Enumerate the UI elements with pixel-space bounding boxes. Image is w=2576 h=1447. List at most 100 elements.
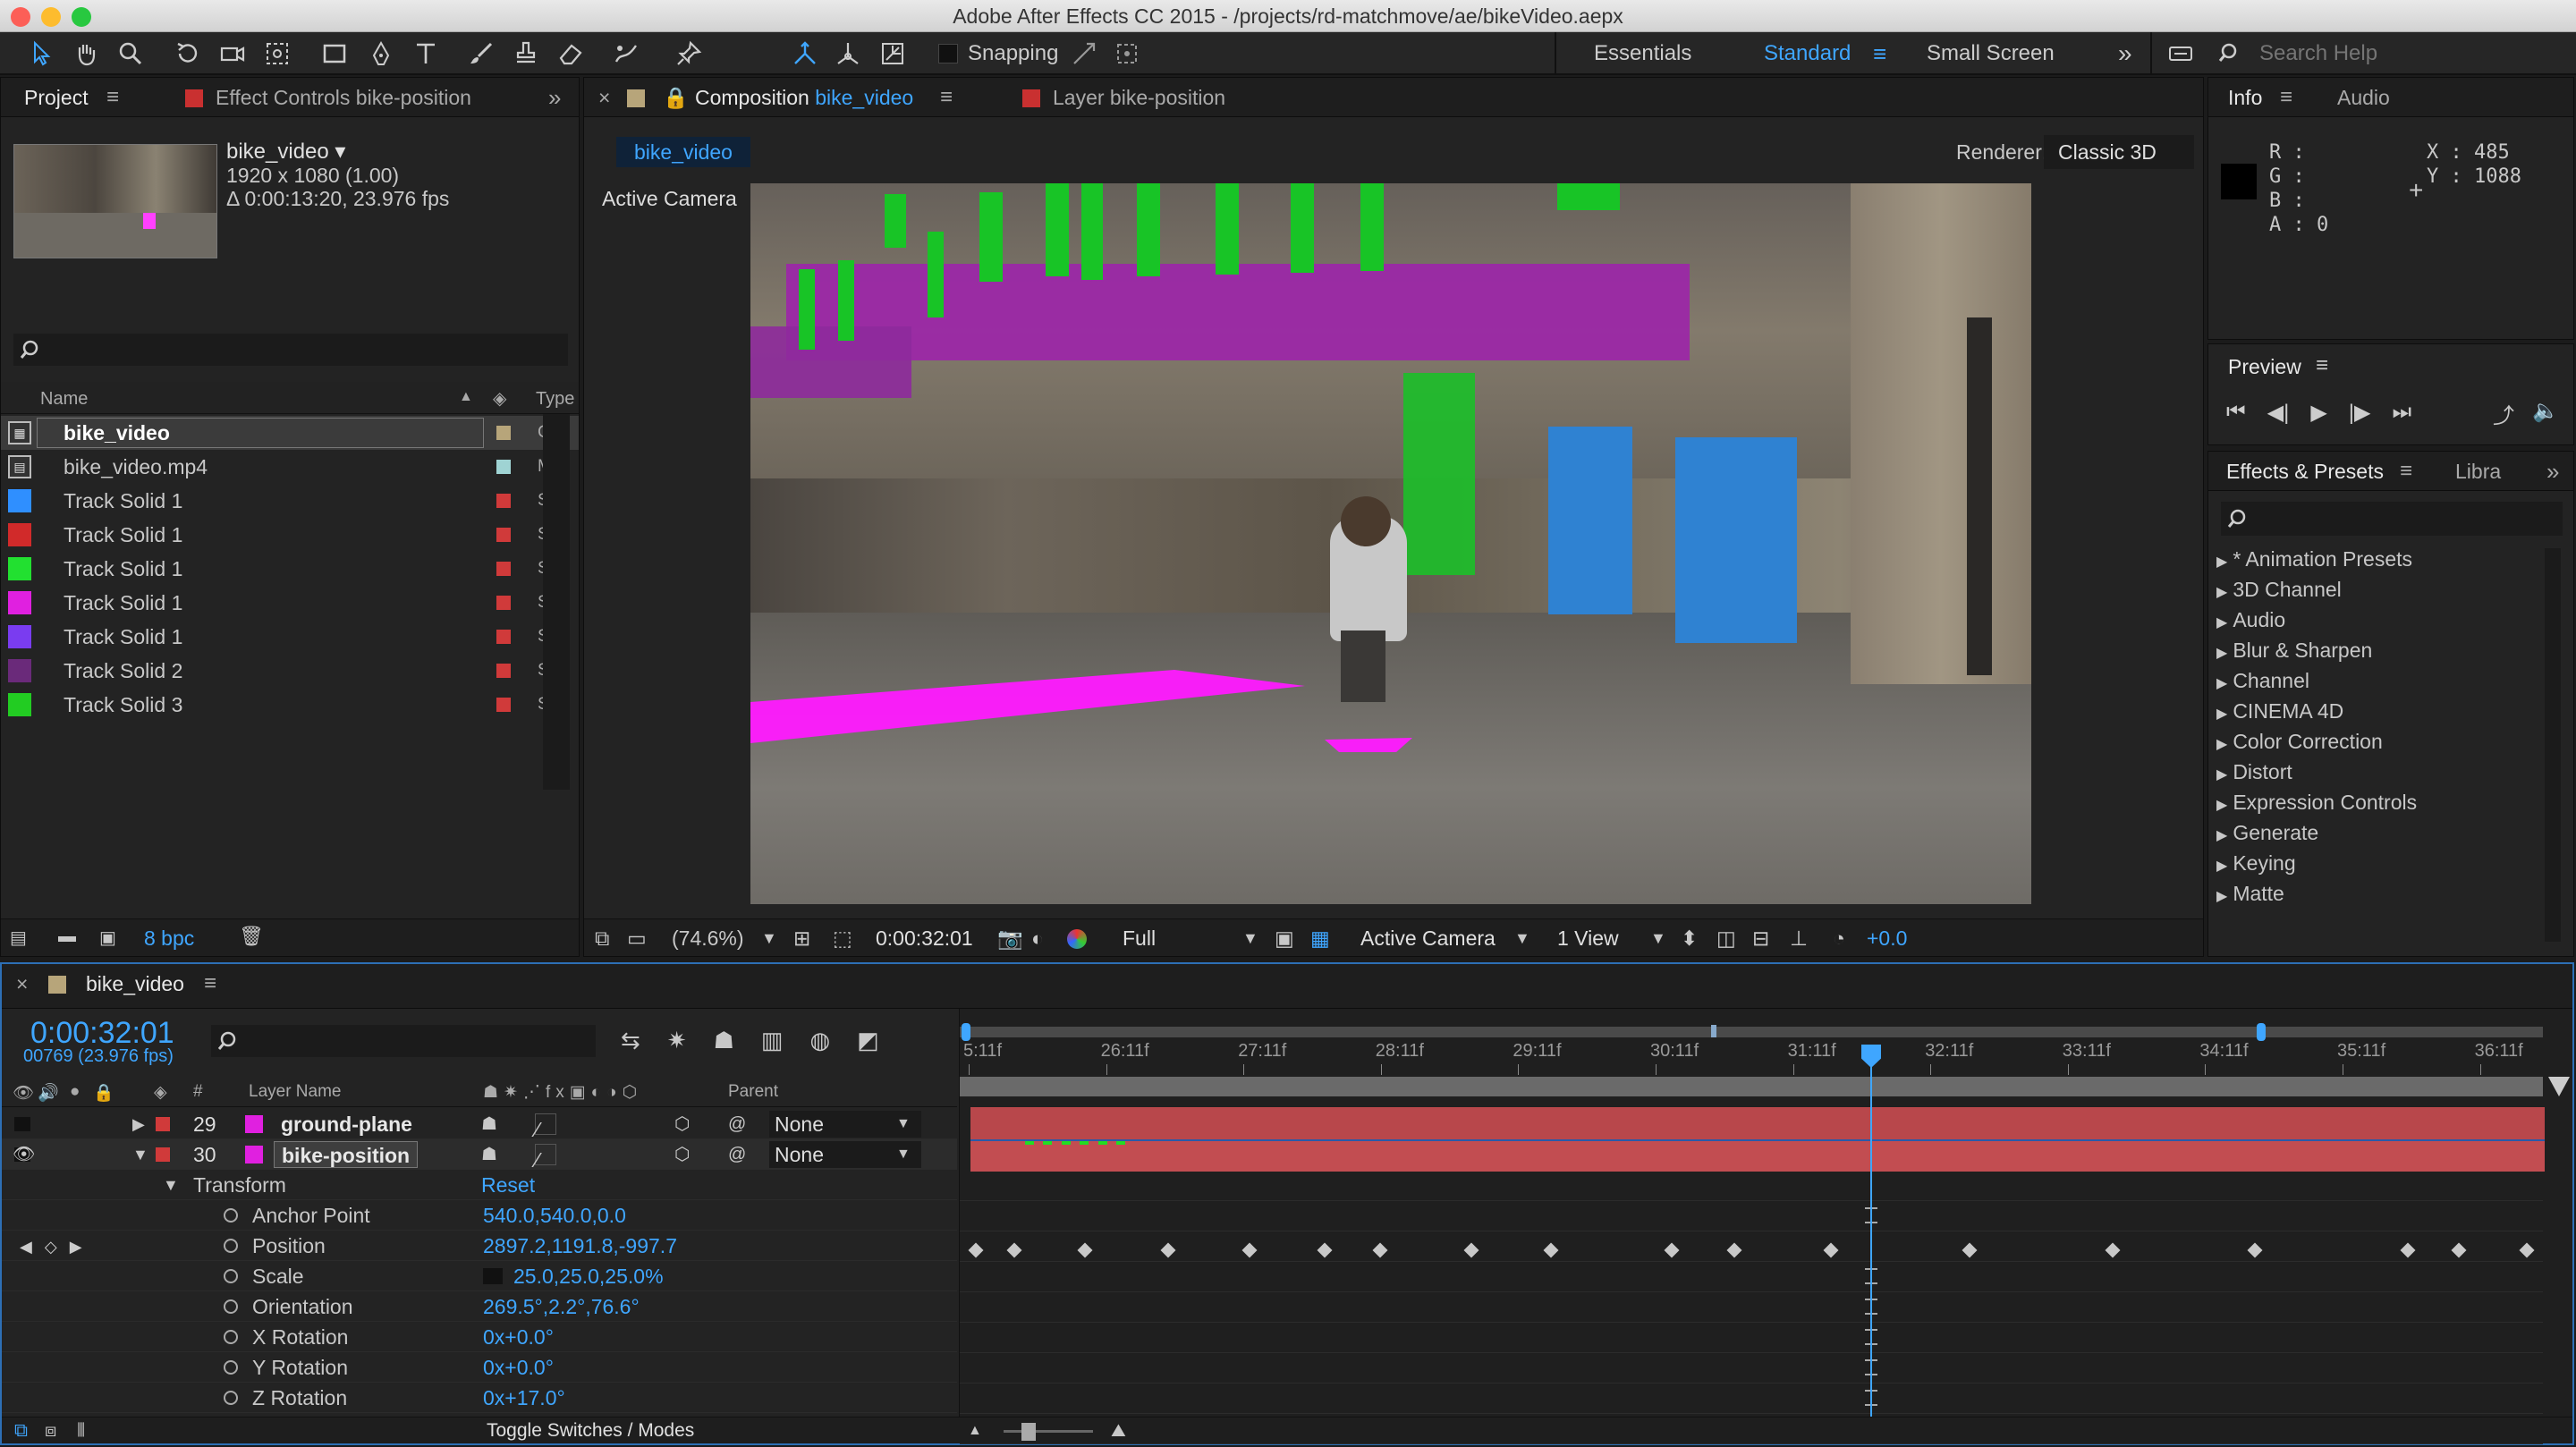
view-layout-select[interactable]: 1 View [1557,919,1619,957]
timeline-zoom-thumb[interactable] [1021,1423,1036,1441]
fast-previews-icon[interactable]: ▣ [1275,919,1294,957]
snapping-checkbox[interactable] [932,38,964,70]
label-color-chip[interactable] [496,630,511,644]
tab-layer[interactable]: Layer bike-position [1022,78,1225,117]
monitor-icon[interactable]: ▭ [627,919,647,957]
layer-name[interactable]: bike-position [274,1141,419,1168]
effects-category[interactable]: ▶ Expression Controls [2216,791,2417,815]
views-dropdown-icon[interactable]: ▼ [1650,919,1666,957]
position-keyframe[interactable] [1006,1242,1022,1258]
layer-label-color[interactable] [156,1117,170,1131]
stopwatch-icon[interactable] [224,1269,238,1283]
flowchart-icon[interactable]: ⊟ [1752,919,1769,957]
workspace-menu-icon[interactable]: ≡ [1873,39,1886,68]
property-row[interactable]: X Rotation 0x+0.0° [2,1322,957,1352]
timeline-search-input[interactable] [211,1025,596,1057]
transform-reset-button[interactable]: Reset [481,1170,535,1200]
show-snapshot-icon[interactable]: ◐ [1031,919,1044,957]
effects-category[interactable]: ▶ * Animation Presets [2216,547,2412,571]
label-color-chip[interactable] [496,528,511,542]
effects-category[interactable]: ▶ Matte [2216,882,2284,906]
property-value[interactable]: 269.5°,2.2°,76.6° [483,1291,640,1322]
stopwatch-icon[interactable] [224,1299,238,1314]
next-keyframe-icon[interactable]: ▶ [70,1238,82,1257]
pick-whip-icon[interactable]: @ [728,1109,746,1139]
comp-breadcrumb[interactable]: bike_video [616,137,750,167]
list-item[interactable]: Track Solid 1S [1,484,579,518]
effects-category[interactable]: ▶ Channel [2216,669,2309,693]
draft-3d-toggle-icon[interactable]: ✷ [667,1027,687,1054]
renderer-select[interactable]: Classic 3D [2044,135,2194,169]
effects-category[interactable]: ▶ Blur & Sharpen [2216,639,2372,663]
position-keyframe[interactable] [2451,1242,2467,1258]
shy-switch-icon[interactable]: ☗ [481,1139,497,1170]
layer-row[interactable]: ▶ 29 ground-plane ☗ ⁄ ⬡ @ None ▼ [2,1109,957,1141]
loop-icon[interactable]: ⤴ [2493,398,2514,429]
close-timeline-icon[interactable]: × [16,964,28,1003]
motion-blur-icon[interactable]: ◍ [809,1027,830,1054]
position-keyframe[interactable] [1463,1242,1479,1258]
minimize-window-button[interactable] [41,7,61,27]
comp-end-marker[interactable] [2548,1077,2570,1096]
snap-edges-toggle[interactable] [1068,38,1100,70]
list-item[interactable]: ▤bike_video.mp4M [1,450,579,484]
position-keyframe[interactable] [968,1242,984,1258]
exposure-value[interactable]: +0.0 [1867,919,1907,957]
tab-project[interactable]: Project [24,78,89,117]
list-item[interactable]: ▦bike_videoC [1,416,579,450]
effects-search-input[interactable] [2221,502,2563,536]
label-color-chip[interactable] [496,562,511,576]
property-row[interactable]: Position 2897.2,1191.8,-997.7 [2,1231,957,1261]
tab-effects-presets[interactable]: Effects & Presets [2226,452,2384,491]
comp-menu-icon[interactable]: ≡ [940,78,953,117]
position-keyframe[interactable] [2519,1242,2535,1258]
local-axis-mode[interactable] [789,38,821,70]
constrain-proportions-icon[interactable] [483,1268,503,1284]
effects-category[interactable]: ▶ Audio [2216,608,2285,632]
shy-layers-icon[interactable]: ☗ [714,1027,734,1054]
zoom-dropdown-icon[interactable]: ▼ [761,919,777,957]
transfer-controls-pane-icon[interactable]: ⧈ [45,1417,56,1444]
visibility-switch[interactable] [14,1117,30,1131]
close-comp-icon[interactable]: × [598,78,610,117]
property-value[interactable]: 25.0,25.0,25.0% [513,1261,664,1291]
property-value[interactable]: 0x+17.0° [483,1383,565,1413]
shy-switch-icon[interactable]: ☗ [481,1109,497,1139]
info-menu-icon[interactable]: ≡ [2280,78,2292,117]
brush-tool[interactable] [465,38,497,70]
list-item[interactable]: Track Solid 1S [1,518,579,552]
workspace-essentials[interactable]: Essentials [1594,39,1691,68]
selection-tool[interactable] [25,38,57,70]
property-row[interactable]: Scale 25.0,25.0,25.0% [2,1261,957,1291]
pen-tool[interactable] [365,38,397,70]
eraser-tool[interactable] [555,38,587,70]
comp-timecode[interactable]: 0:00:32:01 [876,919,973,957]
tab-info[interactable]: Info [2228,78,2262,117]
add-keyframe-icon[interactable]: ◇ [45,1238,57,1257]
comp-flowchart-icon[interactable]: ⊥ [1790,919,1808,957]
stopwatch-icon[interactable] [224,1360,238,1375]
transform-twirl-icon[interactable]: ▼ [163,1170,179,1200]
property-row[interactable]: Orientation 269.5°,2.2°,76.6° [2,1291,957,1322]
trash-icon[interactable]: 🗑 [239,925,264,948]
search-help-input[interactable] [2259,39,2555,68]
quality-switch-icon[interactable]: ⁄ [535,1144,556,1172]
tab-effect-controls[interactable]: Effect Controls bike-position [185,78,471,117]
timeline-menu-icon[interactable]: ≡ [204,964,216,1003]
list-item[interactable]: Track Solid 1S [1,552,579,586]
effects-category[interactable]: ▶ CINEMA 4D [2216,699,2343,724]
position-keyframe[interactable] [2105,1242,2121,1258]
camera-dropdown-icon[interactable]: ▼ [1514,919,1530,957]
layer-twirl-icon[interactable]: ▼ [132,1139,148,1170]
transparency-grid-icon[interactable]: ▦ [1310,919,1330,957]
new-comp-icon[interactable]: ▣ [99,927,116,949]
timeline-zoom-slider[interactable] [1004,1430,1093,1433]
puppet-pin-tool[interactable] [673,38,705,70]
lock-icon[interactable]: 🔒 [663,78,689,117]
effects-scrollbar[interactable] [2545,548,2561,942]
previous-keyframe-icon[interactable]: ◀ [20,1238,32,1257]
zoom-tool[interactable] [114,38,147,70]
position-keyframe[interactable] [1962,1242,1978,1258]
interpret-footage-icon[interactable]: ▤ [10,927,27,949]
eye-icon[interactable]: 👁 [13,1139,35,1170]
